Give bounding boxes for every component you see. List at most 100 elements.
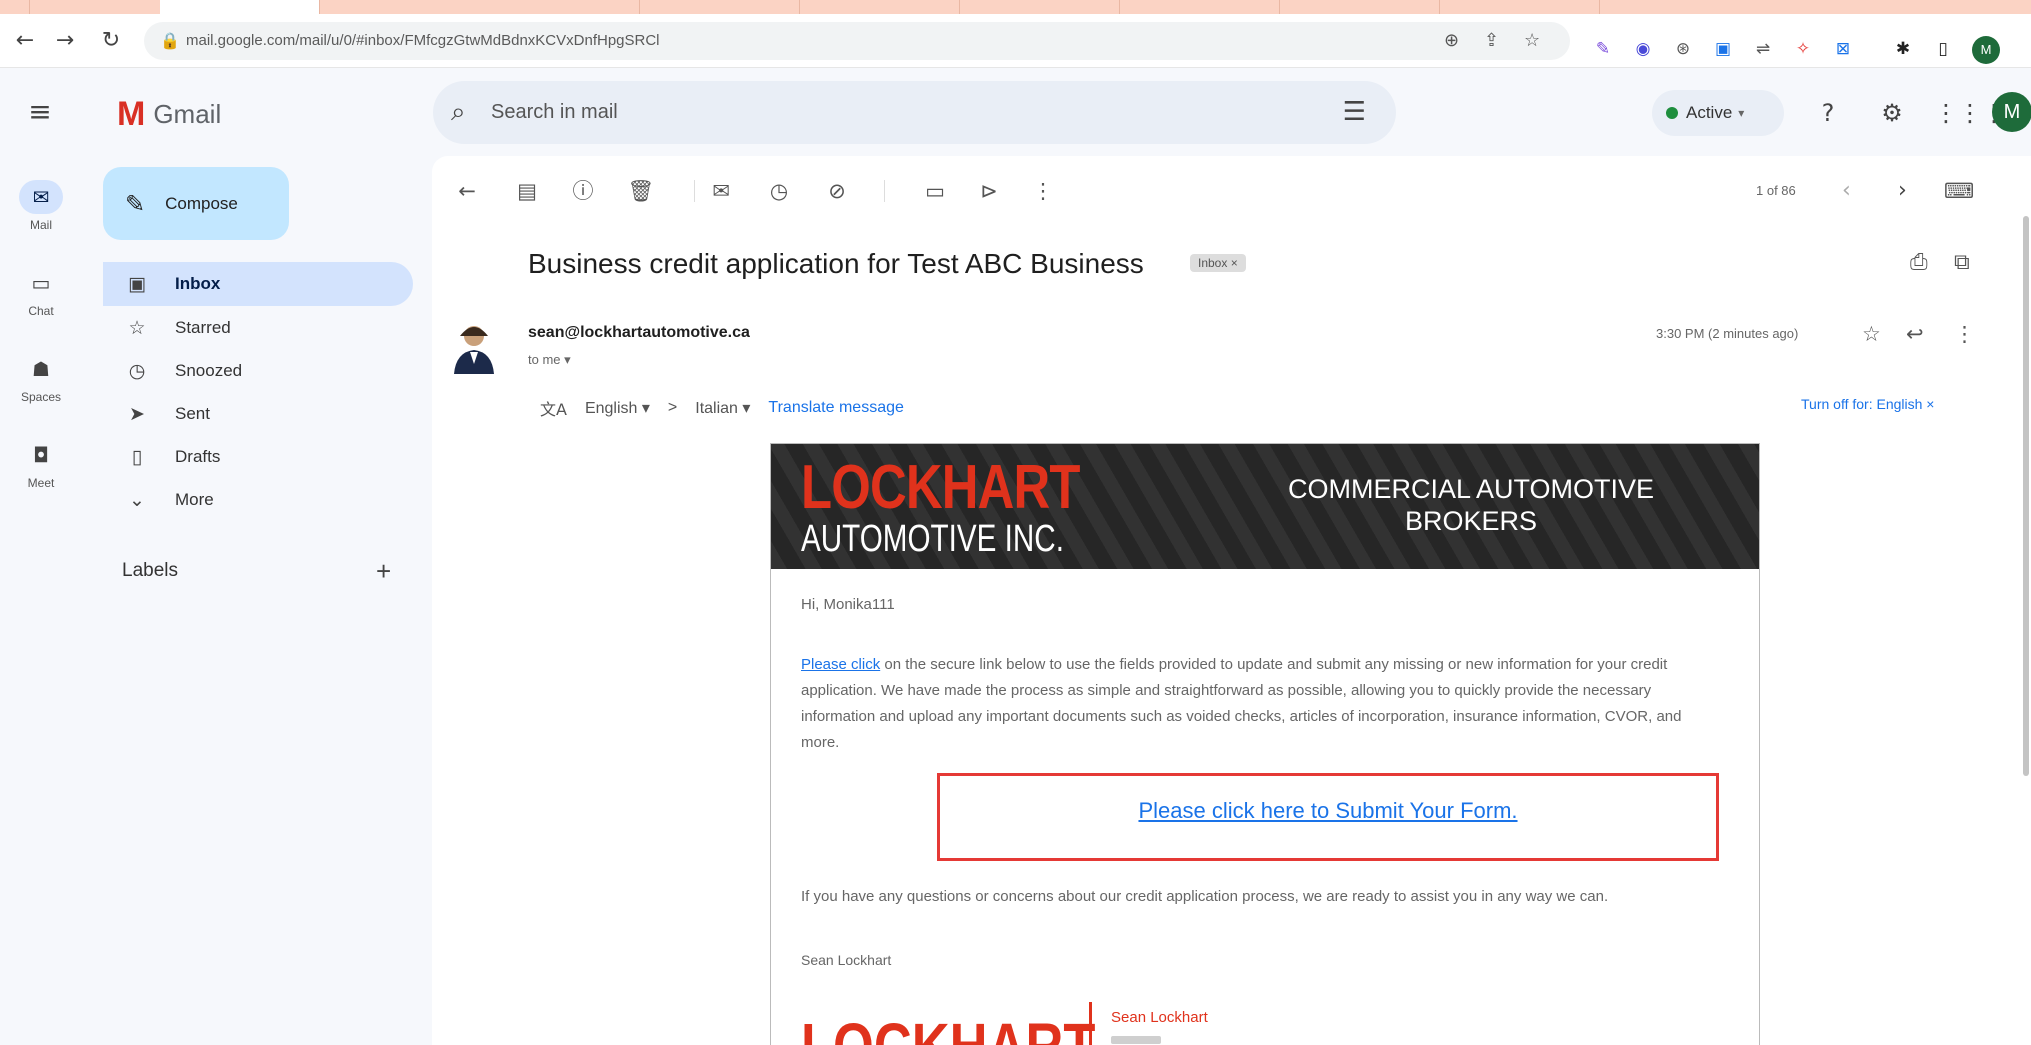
- send-icon: ➤: [129, 403, 145, 425]
- open-new-window-icon[interactable]: ⧉: [1954, 250, 1970, 275]
- settings-gear-icon[interactable]: ⚙: [1876, 97, 1908, 129]
- more-vert-icon[interactable]: ⋮: [1028, 176, 1058, 206]
- labels-heading: Labels: [122, 560, 178, 581]
- signature-person: Sean Lockhart: [1111, 1009, 1208, 1026]
- search-options-icon[interactable]: ☰: [1343, 97, 1366, 127]
- source-language-select[interactable]: English ▾: [585, 398, 650, 418]
- share-icon[interactable]: ⇪: [1484, 30, 1499, 51]
- sidebar-item-snoozed[interactable]: ◷ Snoozed: [103, 349, 413, 393]
- sender-address[interactable]: sean@lockhartautomotive.ca: [528, 324, 750, 342]
- draft-icon: ▯: [131, 446, 143, 468]
- location-icon[interactable]: ⊕: [1444, 30, 1459, 51]
- sidebar-item-sent[interactable]: ➤ Sent: [103, 392, 413, 436]
- sidebar-item-more[interactable]: ⌄ More: [103, 478, 413, 522]
- move-to-icon[interactable]: ▭: [920, 176, 950, 206]
- sender-avatar[interactable]: [452, 322, 496, 374]
- puzzle-icon[interactable]: ✱: [1892, 38, 1914, 60]
- status-dot: [1666, 107, 1678, 119]
- more-vert-icon[interactable]: ⋮: [1954, 322, 1975, 346]
- compose-button[interactable]: ✎ Compose: [103, 167, 289, 240]
- status-selector[interactable]: Active ▾: [1652, 90, 1784, 136]
- extension-icon[interactable]: ✧: [1792, 38, 1814, 60]
- address-url[interactable]: mail.google.com/mail/u/0/#inbox/FMfcgzGt…: [186, 32, 660, 49]
- tab[interactable]: [640, 0, 800, 14]
- mark-unread-icon[interactable]: ✉: [706, 176, 736, 206]
- search-bar[interactable]: ⌕ Search in mail ☰: [433, 81, 1396, 144]
- tab[interactable]: [0, 0, 30, 14]
- reply-icon[interactable]: ↩: [1906, 322, 1924, 346]
- extension-icon[interactable]: ⊛: [1672, 38, 1694, 60]
- tab[interactable]: [1440, 0, 1600, 14]
- chevron-down-icon: ⌄: [129, 489, 145, 511]
- rail-item-mail[interactable]: ✉ Mail: [6, 180, 76, 232]
- report-spam-icon[interactable]: ⓘ: [568, 176, 598, 206]
- submit-form-link[interactable]: Please click here to Submit Your Form.: [940, 798, 1716, 824]
- snooze-icon[interactable]: ◷: [764, 176, 794, 206]
- tab-strip: [0, 0, 2031, 14]
- gmail-wordmark: Gmail: [153, 98, 222, 129]
- print-icon[interactable]: ⎙: [1910, 250, 1928, 275]
- add-task-icon[interactable]: ⊘: [822, 176, 852, 206]
- sidepanel-icon[interactable]: ▯: [1932, 38, 1954, 60]
- apps-grid-icon[interactable]: ⋮⋮⋮: [1934, 97, 2006, 129]
- label-icon[interactable]: ⊳: [974, 176, 1004, 206]
- address-bar[interactable]: 🔒 mail.google.com/mail/u/0/#inbox/FMfcgz…: [144, 22, 1570, 60]
- keyboard-icon[interactable]: ⌨: [1944, 176, 1974, 206]
- status-label: Active: [1686, 103, 1733, 122]
- tab[interactable]: [800, 0, 960, 14]
- rail-item-meet[interactable]: ◘ Meet: [6, 438, 76, 490]
- search-input[interactable]: Search in mail: [491, 101, 618, 124]
- extension-icon[interactable]: ▣: [1712, 38, 1734, 60]
- sidebar-item-inbox[interactable]: ▣ Inbox: [103, 262, 413, 306]
- reload-icon[interactable]: ↻: [98, 28, 124, 54]
- gmail-logo[interactable]: M Gmail: [117, 95, 222, 133]
- chat-icon: ▭: [31, 271, 51, 295]
- cta-highlight-box: Please click here to Submit Your Form.: [937, 773, 1719, 861]
- pen-extension-icon[interactable]: ✎: [1592, 38, 1614, 60]
- tab-active[interactable]: [160, 0, 320, 14]
- chevron-down-icon: ▾: [1738, 106, 1745, 120]
- delete-icon[interactable]: 🗑: [626, 176, 656, 206]
- sidebar-item-starred[interactable]: ☆ Starred: [103, 306, 413, 350]
- browser-profile-avatar[interactable]: M: [1972, 36, 2000, 64]
- translate-message-link[interactable]: Translate message: [768, 399, 903, 417]
- archive-icon[interactable]: ▤: [512, 176, 542, 206]
- banner-tagline-1: COMMERCIAL AUTOMOTIVE: [1287, 474, 1655, 504]
- back-to-inbox-icon[interactable]: ←: [452, 176, 482, 206]
- brand-logo-line2: AUTOMOTIVE INC.: [801, 518, 1064, 560]
- help-icon[interactable]: ?: [1812, 97, 1844, 129]
- turn-off-translation-link[interactable]: Turn off for: English ×: [1801, 396, 1934, 412]
- recipient-details[interactable]: to me ▾: [528, 352, 571, 368]
- target-language-select[interactable]: Italian ▾: [695, 398, 750, 418]
- older-icon[interactable]: ›: [1898, 178, 1907, 203]
- email-paragraph: Please click on the secure link below to…: [801, 652, 1701, 756]
- newer-icon[interactable]: ‹: [1842, 178, 1851, 203]
- bookmark-star-icon[interactable]: ☆: [1524, 30, 1540, 51]
- account-avatar[interactable]: M: [1992, 92, 2031, 132]
- tab[interactable]: [1120, 0, 1280, 14]
- toolbar-divider: [884, 180, 885, 202]
- email-greeting: Hi, Monika111: [801, 596, 895, 613]
- sidebar-item-label: Sent: [175, 404, 210, 423]
- extension-icon[interactable]: ◉: [1632, 38, 1654, 60]
- tab[interactable]: [960, 0, 1120, 14]
- message-subject: Business credit application for Test ABC…: [528, 248, 1144, 279]
- tab[interactable]: [1280, 0, 1440, 14]
- tab[interactable]: [480, 0, 640, 14]
- inbox-icon: ▣: [128, 273, 146, 295]
- scrollbar-thumb[interactable]: [2023, 216, 2029, 776]
- pager-count: 1 of 86: [1756, 183, 1796, 198]
- folder-chip[interactable]: Inbox ×: [1190, 254, 1246, 272]
- search-icon[interactable]: ⌕: [451, 97, 466, 128]
- scrollbar[interactable]: [2019, 216, 2031, 786]
- forward-icon[interactable]: →: [52, 28, 78, 54]
- rail-item-spaces[interactable]: ☗ Spaces: [6, 352, 76, 404]
- extension-icon[interactable]: ⇌: [1752, 38, 1774, 60]
- rail-item-chat[interactable]: ▭ Chat: [6, 266, 76, 318]
- add-label-icon[interactable]: +: [376, 556, 391, 587]
- back-icon[interactable]: ←: [12, 28, 38, 54]
- please-click-link[interactable]: Please click: [801, 656, 880, 673]
- extension-icon[interactable]: ⊠: [1832, 38, 1854, 60]
- sidebar-item-drafts[interactable]: ▯ Drafts: [103, 435, 413, 479]
- star-icon[interactable]: ☆: [1862, 322, 1881, 346]
